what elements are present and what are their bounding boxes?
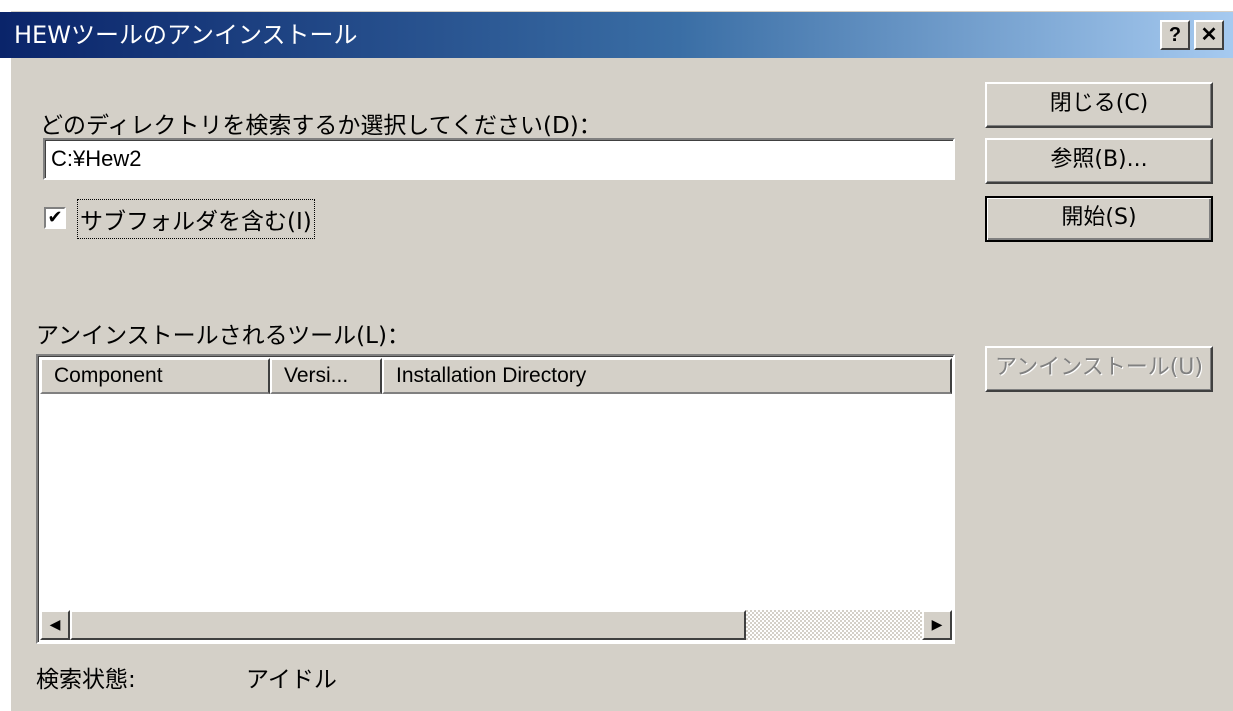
tools-listview[interactable]: Component Versi... Installation Director… [36,354,955,644]
close-button[interactable]: 閉じる(C) [985,82,1213,128]
browse-button[interactable]: 参照(B)... [985,138,1213,184]
window-title: HEWツールのアンインストール [14,21,358,49]
help-button[interactable]: ? [1160,20,1190,50]
tools-list-label: アンインストールされるツール(L)： [36,323,410,349]
start-button[interactable]: 開始(S) [985,196,1213,242]
scroll-left-icon[interactable]: ◀ [40,610,70,640]
column-header-version[interactable]: Versi... [270,358,382,394]
include-subfolders-label[interactable]: サブフォルダを含む(I) [77,199,315,239]
include-subfolders-checkbox[interactable]: ✔ [44,207,66,229]
status-value: アイドル [246,667,337,693]
uninstall-button: アンインストール(U) [985,346,1213,392]
status-label: 検索状態: [36,667,136,693]
close-window-button[interactable]: ✕ [1194,20,1224,50]
scroll-thumb[interactable] [70,610,746,640]
scroll-right-icon[interactable]: ▶ [922,610,952,640]
title-bar: HEWツールのアンインストール ? ✕ [0,12,1233,58]
column-header-installation-directory[interactable]: Installation Directory [382,358,952,394]
list-header: Component Versi... Installation Director… [40,358,952,394]
search-dir-input[interactable]: C:¥Hew2 [43,138,955,180]
search-dir-label: どのディレクトリを検索するか選択してください(D)： [40,113,602,139]
horizontal-scrollbar[interactable]: ◀ ▶ [40,610,952,640]
column-header-component[interactable]: Component [40,358,270,394]
